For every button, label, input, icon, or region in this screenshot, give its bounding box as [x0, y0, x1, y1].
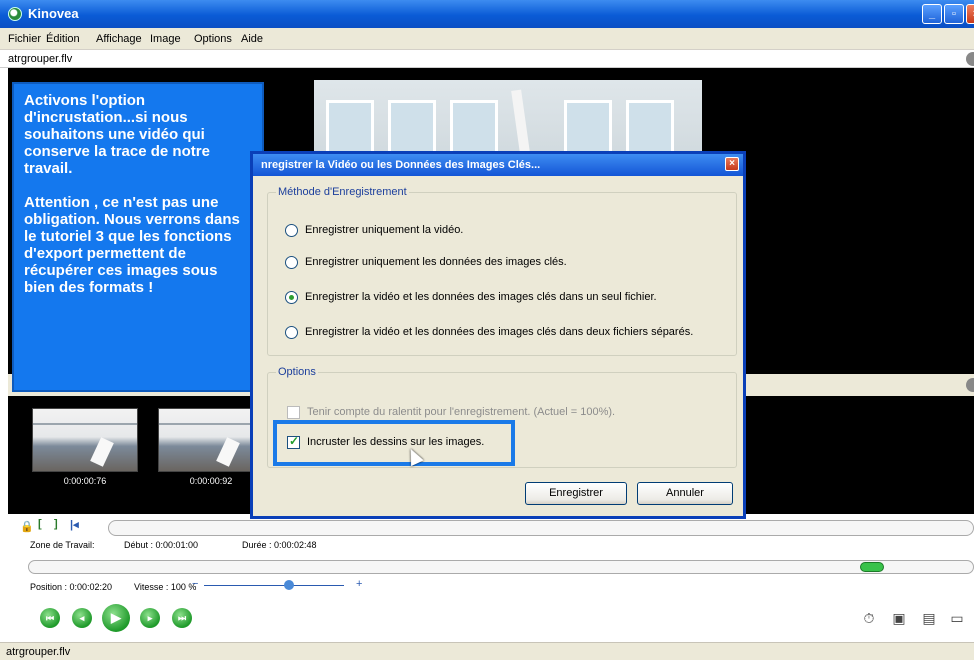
play-icon[interactable]: ▶	[102, 604, 130, 632]
menu-bar: Fichier Édition Affichage Image Options …	[0, 28, 974, 50]
zone-label: Zone de Travail:	[30, 540, 95, 550]
status-bar: atrgrouper.flv	[0, 642, 974, 660]
debut-label: Début : 0:00:01:00	[124, 540, 199, 550]
close-keyframes-icon[interactable]	[966, 378, 974, 392]
menu-affichage[interactable]: Affichage	[96, 33, 142, 45]
thumb-figure	[90, 437, 114, 467]
radio-two-files-button[interactable]	[285, 326, 298, 339]
slowmo-label: Tenir compte du ralentit pour l'enregist…	[307, 406, 616, 418]
status-text: atrgrouper.flv	[6, 646, 71, 658]
next-frame-icon[interactable]: ▸	[140, 608, 160, 628]
restore-button[interactable]: ▫	[944, 4, 964, 24]
menu-fichier[interactable]: Fichier	[8, 33, 41, 45]
file-tab-name: atrgrouper.flv	[8, 53, 73, 65]
screen-icon[interactable]: ▭	[948, 610, 966, 626]
radio-keyframes-only-label: Enregistrer uniquement les données des i…	[305, 256, 567, 268]
radio-single-file-label: Enregistrer la vidéo et les données des …	[305, 291, 657, 303]
options-group-label: Options	[276, 366, 318, 378]
speed-slider-thumb[interactable]	[284, 580, 294, 590]
last-frame-icon[interactable]: ⏭	[172, 608, 192, 628]
window-titlebar: Kinovea _ ▫ ×	[0, 0, 974, 28]
lock-icon[interactable]: 🔒	[20, 520, 34, 533]
timer-icon[interactable]: ⏱	[860, 610, 878, 626]
set-end-icon[interactable]: ]	[54, 518, 58, 530]
speed-slider[interactable]	[204, 585, 344, 586]
keyframe-time: 0:00:00:76	[63, 476, 107, 486]
callout-paragraph-2: Attention , ce n'est pas une obligation.…	[24, 194, 240, 296]
gymnast-figure	[511, 89, 531, 161]
dialog-close-icon[interactable]: ×	[725, 157, 739, 171]
menu-image[interactable]: Image	[150, 33, 181, 45]
kinovea-app-icon	[8, 7, 22, 21]
thumb-beam	[159, 423, 263, 425]
position-cursor[interactable]	[860, 562, 884, 572]
radio-single-file-button[interactable]	[285, 291, 298, 304]
save-video-icon[interactable]: ▤	[920, 610, 938, 626]
dialog-titlebar: nregistrer la Vidéo ou les Données des I…	[253, 154, 743, 176]
speed-plus-icon[interactable]: +	[356, 578, 362, 590]
radio-video-only-label: Enregistrer uniquement la vidéo.	[305, 224, 464, 236]
keyframe-thumbnail[interactable]	[158, 408, 264, 472]
minimize-button[interactable]: _	[922, 4, 942, 24]
tutorial-highlight-box	[273, 420, 515, 466]
previous-frame-icon[interactable]: ◂	[72, 608, 92, 628]
snapshot-icon[interactable]: ▣	[890, 610, 908, 626]
menu-options[interactable]: Options	[194, 33, 232, 45]
file-tab[interactable]: atrgrouper.flv	[0, 50, 974, 68]
set-start-icon[interactable]: [	[38, 518, 42, 530]
tutorial-callout: Activons l'option d'incrustation...si no…	[12, 82, 264, 392]
menu-edition[interactable]: Édition	[46, 33, 80, 45]
goto-start-icon[interactable]: |◂	[70, 518, 79, 531]
playback-controls: 🔒 [ ] |◂ Zone de Travail: Début : 0:00:0…	[8, 514, 974, 642]
menu-aide[interactable]: Aide	[241, 33, 263, 45]
thumb-figure	[216, 437, 240, 467]
first-frame-icon[interactable]: ⏮	[40, 608, 60, 628]
slowmo-checkbox[interactable]	[287, 406, 300, 419]
method-group-label: Méthode d'Enregistrement	[276, 186, 409, 198]
close-screen-icon[interactable]	[966, 52, 974, 66]
radio-video-only-button[interactable]	[285, 224, 298, 237]
keyframe-thumbnail[interactable]	[32, 408, 138, 472]
working-zone-track[interactable]	[108, 520, 974, 536]
close-window-button[interactable]: ×	[966, 4, 974, 24]
radio-keyframes-only-button[interactable]	[285, 256, 298, 269]
vitesse-label: Vitesse : 100 %	[134, 582, 197, 592]
window-title: Kinovea	[28, 6, 79, 21]
dialog-title: nregistrer la Vidéo ou les Données des I…	[261, 159, 541, 171]
thumb-beam	[33, 423, 137, 425]
callout-paragraph-1: Activons l'option d'incrustation...si no…	[24, 92, 210, 177]
save-button[interactable]: Enregistrer	[525, 482, 627, 505]
cancel-button[interactable]: Annuler	[637, 482, 733, 505]
keyframe-time: 0:00:00:92	[189, 476, 233, 486]
speed-minus-icon[interactable]: −	[192, 578, 198, 590]
position-track[interactable]	[28, 560, 974, 574]
radio-two-files-label: Enregistrer la vidéo et les données des …	[305, 326, 694, 338]
position-label: Position : 0:00:02:20	[30, 582, 113, 592]
save-dialog: nregistrer la Vidéo ou les Données des I…	[250, 151, 746, 519]
duree-label: Durée : 0:00:02:48	[242, 540, 317, 550]
